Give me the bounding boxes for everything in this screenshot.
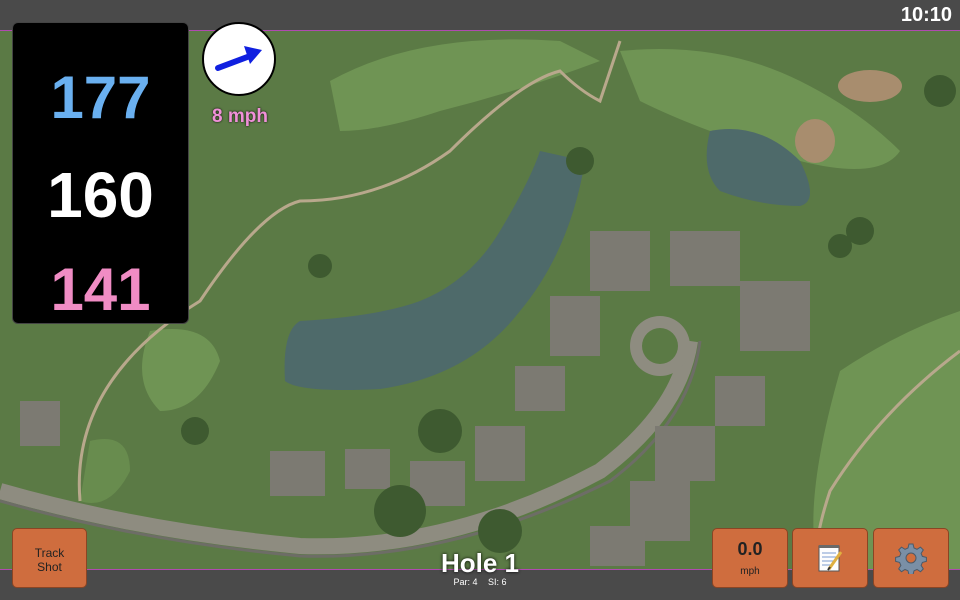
back-distance: 177 [50, 64, 151, 131]
stroke-index-label: SI: 6 [488, 577, 507, 587]
par-label: Par: 4 [453, 577, 478, 587]
notepad-icon [818, 545, 843, 572]
track-shot-button[interactable]: Track Shot [12, 528, 87, 588]
middle-distance: 160 [47, 159, 154, 231]
hole-title: Hole 1 [440, 548, 520, 578]
distance-panel: 177 160 141 [12, 22, 189, 324]
wind-speed-value: 0.0 [737, 539, 763, 559]
track-shot-label-line1: Track [34, 546, 65, 560]
wind-direction-dial [202, 22, 276, 96]
front-distance: 141 [50, 256, 151, 323]
settings-button[interactable] [873, 528, 949, 588]
wind-speed-label: 8 mph [212, 106, 268, 127]
wind-arrow-icon [215, 46, 262, 71]
wind-speed-unit: mph [740, 566, 760, 577]
scorecard-button[interactable] [792, 528, 868, 588]
wind-speed-button[interactable]: 0.0 mph [712, 528, 788, 588]
hole-info: Par: 4 SI: 6 [380, 577, 580, 587]
track-shot-label-line2: Shot [37, 560, 62, 574]
clock: 10:10 [900, 4, 952, 26]
gear-icon [895, 543, 927, 574]
